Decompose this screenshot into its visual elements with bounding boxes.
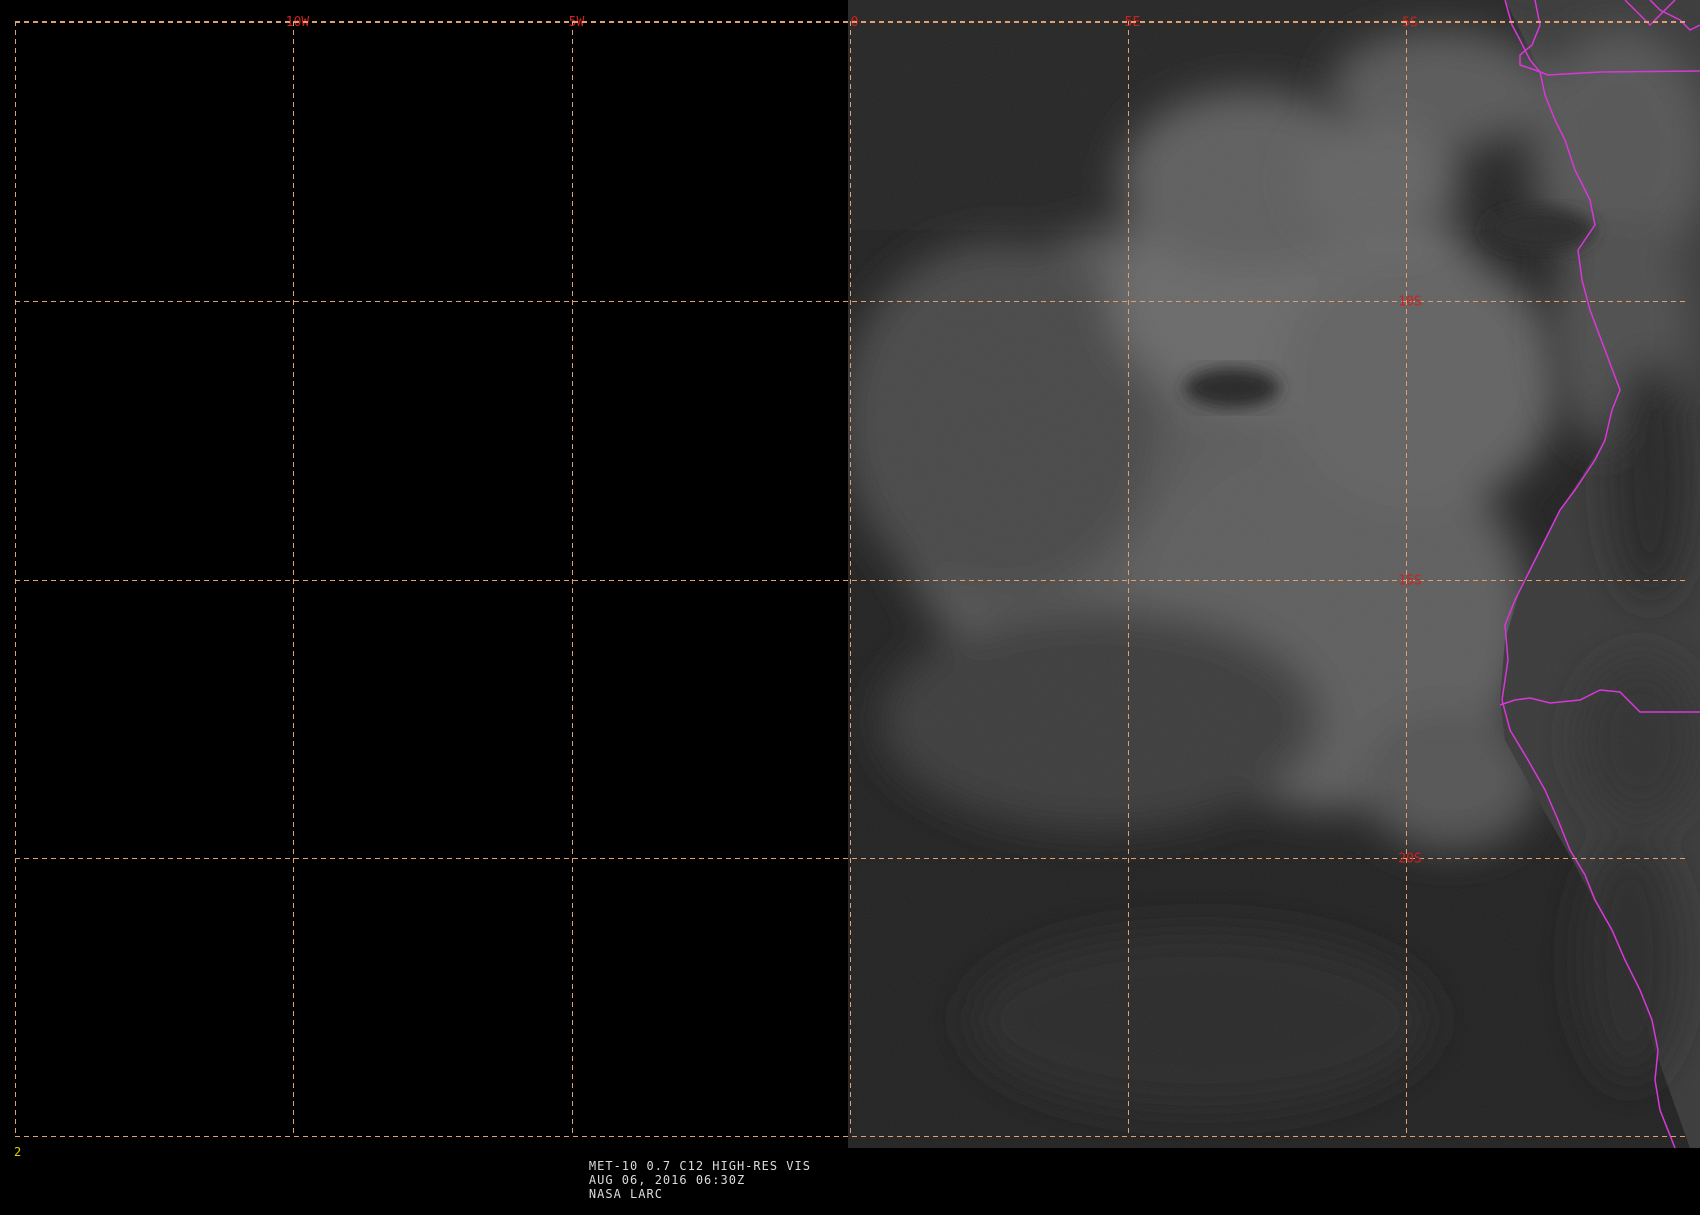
product-name: MET-10 0.7 C12 HIGH-RES VIS [588,1159,811,1173]
data-source: NASA LARC [588,1187,663,1201]
frame-number: 2 [14,1145,23,1159]
image-texture [848,0,1700,1148]
image-datetime: AUG 06, 2016 06:30Z [588,1173,746,1187]
satellite-image-viewer: 10W5W05E5S10S15S20S 2 MET-10 0.7 C12 HIG… [0,0,1700,1201]
satellite-imagery-map[interactable]: 10W5W05E5S10S15S20S [0,0,1700,1160]
latitude-label: 15S [1398,574,1421,589]
latitude-label: 10S [1398,295,1421,310]
latitude-label: 5S [1402,16,1418,31]
imagery-swath [848,0,1700,1148]
latitude-label: 20S [1398,852,1421,867]
image-caption: MET-10 0.7 C12 HIGH-RES VIS AUG 06, 2016… [556,1145,833,1215]
